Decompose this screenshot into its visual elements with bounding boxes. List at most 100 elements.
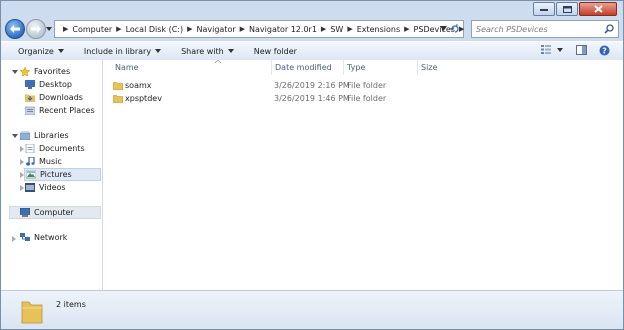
documents-label: Documents xyxy=(39,144,85,153)
file-type: File folder xyxy=(347,94,387,103)
navigation-pane: Favorites Desktop Downloads Recent Place… xyxy=(1,60,103,290)
breadcrumb-extensions[interactable]: Extensions xyxy=(357,25,400,34)
organize-button[interactable]: Organize xyxy=(14,47,68,56)
column-header-date-modified[interactable]: Date modified xyxy=(275,63,332,72)
pictures-icon xyxy=(26,170,36,179)
share-with-button[interactable]: Share with xyxy=(177,47,238,56)
nav-item-libraries[interactable]: Libraries xyxy=(20,130,69,141)
chevron-down-icon xyxy=(227,49,234,53)
preview-pane-icon xyxy=(576,45,587,55)
sort-arrow-icon xyxy=(215,60,221,63)
search-icon[interactable] xyxy=(604,24,614,34)
music-label: Music xyxy=(39,157,62,166)
change-view-button[interactable] xyxy=(541,45,563,54)
folder-icon xyxy=(21,301,43,324)
desktop-icon xyxy=(25,80,35,89)
breadcrumb-navigator[interactable]: Navigator xyxy=(196,25,235,34)
include-in-library-label: Include in library xyxy=(83,46,152,56)
column-header-size[interactable]: Size xyxy=(421,63,437,72)
desktop-label: Desktop xyxy=(39,80,72,89)
nav-item-computer[interactable]: Computer xyxy=(9,206,101,219)
folder-icon xyxy=(113,82,123,90)
nav-item-music[interactable]: Music xyxy=(25,156,62,167)
chevron-right-icon[interactable]: ▶ xyxy=(347,25,352,33)
address-row: ▶ Computer ▶ Local Disk (C:) ▶ Navigator… xyxy=(1,18,623,42)
include-in-library-button[interactable]: Include in library xyxy=(80,47,165,56)
file-date-modified: 3/26/2019 2:16 PM xyxy=(274,81,350,90)
refresh-icon[interactable] xyxy=(449,23,461,35)
expand-network-toggle[interactable] xyxy=(12,236,16,242)
expand-libraries-toggle[interactable] xyxy=(12,134,18,138)
chevron-right-icon[interactable]: ▶ xyxy=(404,25,409,33)
network-label: Network xyxy=(34,233,68,242)
nav-item-recent-places[interactable]: Recent Places xyxy=(25,105,95,116)
maximize-button[interactable] xyxy=(556,2,578,16)
recent-pages-dropdown[interactable] xyxy=(46,26,52,32)
close-button[interactable] xyxy=(579,2,617,16)
file-date-modified: 3/26/2019 1:46 PM xyxy=(274,94,350,103)
item-count: 2 items xyxy=(56,300,86,309)
command-bar: Organize Include in library Share with N… xyxy=(1,41,623,61)
breadcrumb-computer[interactable]: Computer xyxy=(72,25,112,34)
minimize-button[interactable] xyxy=(533,2,555,16)
address-history-dropdown[interactable] xyxy=(440,26,447,31)
network-icon xyxy=(20,233,30,241)
folder-icon xyxy=(113,95,123,103)
table-row[interactable]: soamx 3/26/2019 2:16 PM File folder xyxy=(113,79,433,92)
chevron-right-icon[interactable]: ▶ xyxy=(187,25,192,33)
new-folder-label: New folder xyxy=(253,46,297,56)
column-divider[interactable] xyxy=(343,60,344,75)
nav-item-videos[interactable]: Videos xyxy=(25,182,66,193)
column-header-name[interactable]: Name xyxy=(115,63,139,72)
breadcrumb-local-disk[interactable]: Local Disk (C:) xyxy=(126,25,184,34)
title-bar xyxy=(1,1,623,16)
minimize-icon xyxy=(540,9,548,11)
chevron-down-icon xyxy=(557,47,563,52)
table-row[interactable]: xpsptdev 3/26/2019 1:46 PM File folder xyxy=(113,92,433,105)
videos-label: Videos xyxy=(39,183,66,192)
expand-videos-toggle[interactable] xyxy=(20,185,24,191)
breadcrumb-sw[interactable]: SW xyxy=(330,25,343,34)
chevron-right-icon[interactable]: ▶ xyxy=(116,25,121,33)
documents-icon xyxy=(25,144,35,153)
recent-places-icon xyxy=(25,106,35,115)
videos-icon xyxy=(25,183,35,192)
column-divider[interactable] xyxy=(417,60,418,75)
file-name: xpsptdev xyxy=(125,94,162,103)
column-divider[interactable] xyxy=(271,60,272,75)
forward-arrow-icon xyxy=(31,25,41,33)
details-pane: 2 items xyxy=(1,290,623,329)
nav-item-desktop[interactable]: Desktop xyxy=(25,79,72,90)
expand-documents-toggle[interactable] xyxy=(20,146,24,152)
chevron-right-icon[interactable]: ▶ xyxy=(240,25,245,33)
breadcrumb-navigator-version[interactable]: Navigator 12.0r1 xyxy=(249,25,317,34)
nav-item-documents[interactable]: Documents xyxy=(25,143,85,154)
search-input[interactable] xyxy=(476,23,596,35)
music-icon xyxy=(26,157,35,166)
nav-item-pictures[interactable]: Pictures xyxy=(24,168,101,181)
chevron-down-icon xyxy=(155,49,162,53)
new-folder-button[interactable]: New folder xyxy=(250,47,301,56)
address-bar[interactable]: ▶ Computer ▶ Local Disk (C:) ▶ Navigator… xyxy=(54,20,464,38)
forward-button[interactable] xyxy=(26,19,46,39)
help-button[interactable]: ? xyxy=(599,45,610,56)
svg-text:?: ? xyxy=(602,47,607,56)
help-icon: ? xyxy=(599,45,610,56)
chevron-right-icon[interactable]: ▶ xyxy=(63,25,68,33)
expand-favorites-toggle[interactable] xyxy=(12,70,18,74)
column-header-type[interactable]: Type xyxy=(347,63,365,72)
caption-buttons xyxy=(533,2,617,16)
nav-item-network[interactable]: Network xyxy=(20,232,67,243)
search-box[interactable] xyxy=(471,20,619,38)
preview-pane-button[interactable] xyxy=(576,45,587,55)
chevron-down-icon xyxy=(57,49,64,53)
favorites-label: Favorites xyxy=(34,67,71,76)
maximize-icon xyxy=(562,5,572,13)
expand-music-toggle[interactable] xyxy=(20,159,24,165)
file-name: soamx xyxy=(125,81,152,90)
chevron-right-icon[interactable]: ▶ xyxy=(321,25,326,33)
nav-item-favorites[interactable]: Favorites xyxy=(20,66,70,77)
explorer-window: ▶ Computer ▶ Local Disk (C:) ▶ Navigator… xyxy=(0,0,624,330)
nav-item-downloads[interactable]: Downloads xyxy=(25,92,83,103)
back-button[interactable] xyxy=(5,19,25,39)
